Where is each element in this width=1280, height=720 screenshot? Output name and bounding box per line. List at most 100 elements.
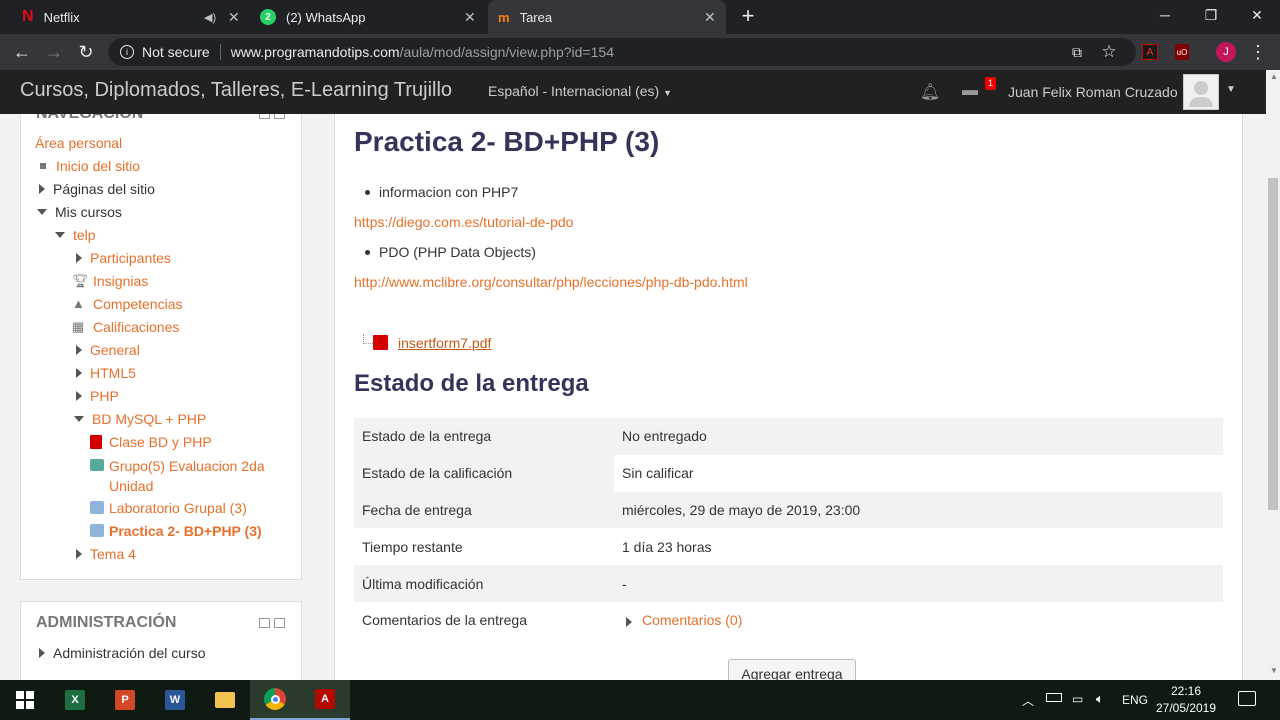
sidebar-item-label: Laboratorio Grupal (3): [109, 499, 247, 516]
user-avatar[interactable]: [1183, 74, 1219, 110]
notification-bell-icon[interactable]: 🔔︎: [920, 82, 940, 102]
tab-tarea[interactable]: m Tarea ✕: [488, 0, 726, 34]
mclibre-pdo-link[interactable]: http://www.mclibre.org/consultar/php/lec…: [354, 274, 748, 290]
sidebar-item-laboratorio[interactable]: Laboratorio Grupal (3): [90, 496, 247, 519]
close-tab-icon[interactable]: ✕: [704, 9, 716, 26]
comments-link[interactable]: Comentarios (0): [642, 612, 742, 628]
sidebar-item-telp[interactable]: telp: [55, 223, 96, 246]
tab-label: (2) WhatsApp: [286, 9, 366, 25]
sidebar-item-calificaciones[interactable]: ▦ Calificaciones: [72, 315, 179, 338]
row-value: 1 día 23 horas: [622, 538, 712, 555]
back-icon[interactable]: ←: [8, 34, 36, 70]
bullet-icon: [40, 162, 46, 169]
comments-cell[interactable]: Comentarios (0): [614, 602, 1223, 639]
tree-connector: [363, 334, 373, 344]
site-title[interactable]: Cursos, Diplomados, Talleres, E-Learning…: [20, 79, 452, 102]
dock-block-icon[interactable]: [274, 114, 285, 119]
row-value: miércoles, 29 de mayo de 2019, 23:00: [614, 491, 1223, 529]
sidebar-item-paginas[interactable]: Páginas del sitio: [39, 177, 155, 200]
sidebar-item-label: telp: [73, 226, 96, 243]
language-indicator[interactable]: ENG: [1122, 693, 1148, 707]
assignment-icon: [90, 524, 104, 537]
row-label: Comentarios de la entrega: [362, 612, 527, 629]
sidebar-item-competencias[interactable]: ▲ Competencias: [72, 292, 183, 315]
user-menu-caret-icon[interactable]: ▼: [1226, 84, 1236, 95]
attachment-link[interactable]: insertform7.pdf: [398, 335, 491, 351]
tab-whatsapp[interactable]: 2 (2) WhatsApp ✕: [250, 0, 486, 34]
sidebar-item-tema4[interactable]: Tema 4: [76, 542, 136, 565]
reload-icon[interactable]: ↻: [72, 34, 100, 70]
chrome-icon[interactable]: [250, 680, 300, 720]
sidebar-item-grupo5[interactable]: Grupo(5) Evaluacion 2da Unidad: [90, 456, 280, 496]
powerpoint-icon[interactable]: P: [100, 680, 150, 720]
sidebar-item-label: Tema 4: [90, 545, 136, 562]
network-icon[interactable]: ▭: [1072, 692, 1083, 706]
sidebar-item-practica2[interactable]: Practica 2- BD+PHP (3): [90, 519, 262, 542]
messages-badge: 1: [985, 77, 996, 90]
dock-block-icon[interactable]: [274, 618, 285, 628]
sidebar-item-clase-bd[interactable]: Clase BD y PHP: [90, 430, 212, 453]
tab-netflix[interactable]: N Netflix ◀) ✕: [12, 0, 244, 34]
window-close-icon[interactable]: ✕: [1234, 0, 1280, 30]
expand-icon: [39, 647, 45, 658]
sidebar-item-label: Inicio del sitio: [56, 157, 141, 174]
sidebar-item-participantes[interactable]: Participantes: [76, 246, 171, 269]
url-host: www.programandotips.com: [230, 44, 400, 60]
browser-toolbar: ← → ↻ i Not secure www.programandotips.c…: [0, 34, 1280, 70]
profile-avatar[interactable]: J: [1214, 34, 1238, 70]
excel-icon[interactable]: X: [50, 680, 100, 720]
sidebar-item-insignias[interactable]: 🏆︎ Insignias: [72, 269, 148, 292]
page-scrollbar[interactable]: ▲ ▼: [1266, 70, 1280, 680]
close-tab-icon[interactable]: ✕: [228, 9, 240, 26]
tutorial-pdo-link[interactable]: https://diego.com.es/tutorial-de-pdo: [354, 214, 573, 230]
acrobat-reader-icon[interactable]: A: [300, 680, 350, 720]
bookmark-star-icon[interactable]: ☆: [1096, 34, 1122, 70]
sidebar-item-general[interactable]: General: [76, 338, 140, 361]
clock[interactable]: 22:16 27/05/2019: [1155, 683, 1217, 717]
acrobat-extension-icon[interactable]: A: [1138, 34, 1162, 70]
sidebar-item-admin-curso[interactable]: Administración del curso: [39, 641, 206, 664]
table-row: Estado de la calificación Sin calificar: [354, 454, 1223, 492]
mute-icon[interactable]: ◀): [204, 11, 216, 24]
translate-icon[interactable]: ⧉: [1064, 34, 1090, 70]
sidebar-item-html5[interactable]: HTML5: [76, 361, 136, 384]
address-bar[interactable]: i Not secure www.programandotips.com/aul…: [108, 38, 1136, 66]
action-center-icon[interactable]: [1238, 691, 1256, 706]
messages-icon[interactable]: ▬: [962, 82, 978, 100]
sidebar-item-inicio[interactable]: Inicio del sitio: [40, 154, 140, 177]
tab-label: Netflix: [43, 9, 80, 25]
ublock-extension-icon[interactable]: uO: [1170, 34, 1194, 70]
forward-icon[interactable]: →: [40, 34, 68, 70]
battery-icon[interactable]: [1046, 693, 1062, 702]
restore-icon[interactable]: ❐: [1188, 0, 1234, 30]
minimize-icon[interactable]: ─: [1142, 0, 1188, 30]
collapse-icon: [74, 415, 84, 422]
scrollbar-thumb[interactable]: [1268, 178, 1278, 510]
sidebar-item-bd-mysql[interactable]: BD MySQL + PHP: [74, 407, 206, 430]
volume-icon[interactable]: 🔈︎: [1096, 691, 1104, 707]
word-icon[interactable]: W: [150, 680, 200, 720]
sidebar-item-label: General: [90, 341, 140, 358]
new-tab-icon[interactable]: +: [736, 3, 760, 28]
collapse-block-icon[interactable]: [259, 114, 270, 119]
expand-icon: [76, 367, 82, 378]
browser-menu-icon[interactable]: ⋮: [1248, 34, 1268, 70]
sidebar-item-php[interactable]: PHP: [76, 384, 119, 407]
language-menu[interactable]: Español - Internacional (es) ▼: [488, 83, 672, 99]
windows-start-icon[interactable]: [0, 680, 50, 720]
collapse-block-icon[interactable]: [259, 618, 270, 628]
expand-icon: [76, 548, 82, 559]
user-name[interactable]: Juan Felix Roman Cruzado: [1008, 84, 1178, 100]
file-explorer-icon[interactable]: [200, 680, 250, 720]
pdf-file-icon: [373, 335, 388, 350]
main-region: Practica 2- BD+PHP (3) informacion con P…: [334, 114, 1243, 680]
tray-chevron-up-icon[interactable]: ︿: [1022, 692, 1034, 709]
sidebar-item-area-personal[interactable]: Área personal: [35, 131, 122, 154]
add-submission-button[interactable]: Agregar entrega: [728, 659, 856, 680]
assignment-icon: [90, 501, 104, 514]
caret-down-icon: ▼: [663, 88, 673, 98]
sidebar-item-label: Participantes: [90, 249, 171, 266]
close-tab-icon[interactable]: ✕: [464, 9, 476, 26]
admin-block-title: ADMINISTRACIÓN: [36, 614, 177, 631]
sidebar-item-mis-cursos[interactable]: Mis cursos: [37, 200, 122, 223]
